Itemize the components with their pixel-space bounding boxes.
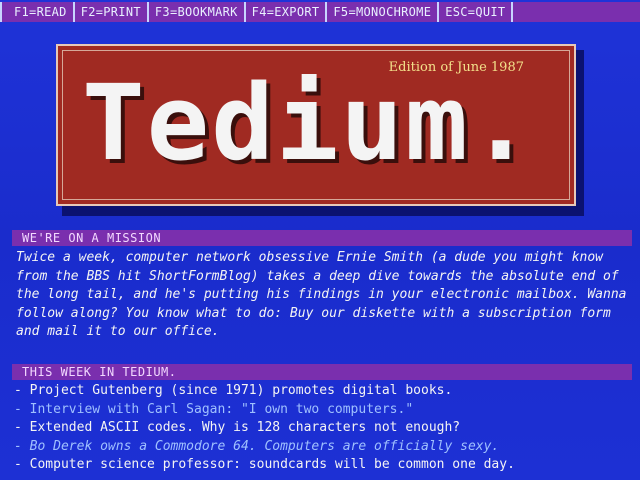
menu-print[interactable]: F2=PRINT bbox=[75, 2, 149, 22]
list-item[interactable]: - Project Gutenberg (since 1971) promote… bbox=[14, 382, 634, 401]
menu-quit[interactable]: ESC=QUIT bbox=[439, 2, 514, 22]
menu-read[interactable]: F1=READ bbox=[0, 2, 75, 22]
mission-text: Twice a week, computer network obsessive… bbox=[16, 250, 627, 339]
masthead-banner: Edition of June 1987 Tedium. bbox=[56, 44, 576, 206]
list-item[interactable]: - Extended ASCII codes. Why is 128 chara… bbox=[14, 419, 634, 438]
list-item[interactable]: - Computer science professor: soundcards… bbox=[14, 456, 634, 475]
mission-section-header: WE'RE ON A MISSION bbox=[12, 230, 632, 246]
newsletter-title: Tedium. bbox=[82, 62, 535, 184]
terminal-screen: F1=READ F2=PRINT F3=BOOKMARK F4=EXPORT F… bbox=[0, 0, 640, 480]
menu-monochrome[interactable]: F5=MONOCHROME bbox=[327, 2, 440, 22]
this-week-list: - Project Gutenberg (since 1971) promote… bbox=[14, 382, 634, 475]
menu-bookmark[interactable]: F3=BOOKMARK bbox=[149, 2, 246, 22]
list-item[interactable]: - Interview with Carl Sagan: "I own two … bbox=[14, 401, 634, 420]
list-item[interactable]: - Bo Derek owns a Commodore 64. Computer… bbox=[14, 438, 634, 457]
menu-export[interactable]: F4=EXPORT bbox=[246, 2, 328, 22]
this-week-section-header: THIS WEEK IN TEDIUM. bbox=[12, 364, 632, 380]
function-key-menu-bar: F1=READ F2=PRINT F3=BOOKMARK F4=EXPORT F… bbox=[0, 2, 640, 22]
